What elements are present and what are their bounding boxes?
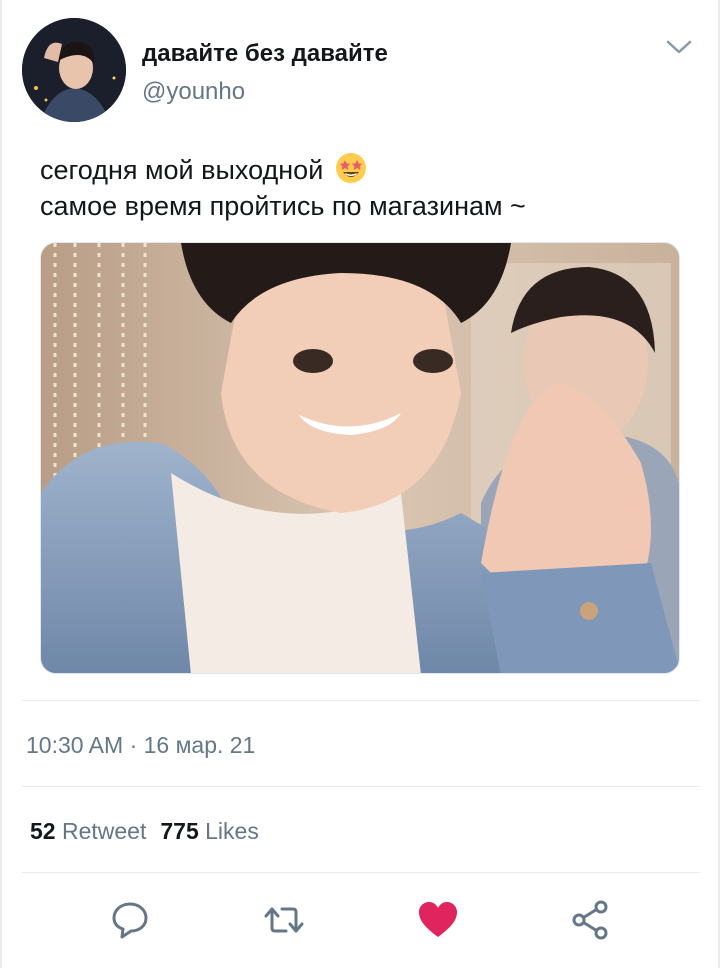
- retweets-count: 52: [30, 818, 56, 844]
- tweet-text: сегодня мой выходной самое время пройтис…: [40, 152, 680, 224]
- tweet-action-bar: [0, 890, 720, 954]
- likes-count: 775: [160, 818, 199, 844]
- tweet-header: давайте без давайте @younho: [22, 18, 702, 128]
- author-display-name[interactable]: давайте без давайте: [142, 40, 388, 68]
- comment-icon[interactable]: [108, 898, 152, 942]
- divider: [22, 700, 700, 701]
- tweet-photo[interactable]: [40, 242, 680, 674]
- divider: [22, 872, 700, 873]
- tweet-text-line-1-content: сегодня мой выходной: [40, 155, 324, 185]
- retweet-stat[interactable]: 52 Retweet: [30, 818, 146, 844]
- author-handle[interactable]: @younho: [142, 78, 245, 106]
- retweets-label: Retweet: [61, 818, 147, 844]
- tweet-timestamp[interactable]: 10:30 AM · 16 мар. 21: [26, 732, 255, 759]
- likes-stat[interactable]: 775 Likes: [160, 818, 258, 844]
- tweet-text-line-1: сегодня мой выходной: [40, 152, 680, 188]
- chevron-down-icon[interactable]: [664, 32, 694, 62]
- frame-border-left: [0, 0, 2, 968]
- avatar[interactable]: [22, 18, 126, 122]
- star-struck-emoji-icon: [335, 152, 367, 184]
- tweet-stats: 52 Retweet 775 Likes: [30, 818, 259, 845]
- divider: [22, 786, 700, 787]
- share-icon[interactable]: [568, 898, 612, 942]
- retweet-icon[interactable]: [262, 898, 306, 942]
- heart-icon[interactable]: [416, 898, 460, 942]
- tweet-text-line-2: самое время пройтись по магазинам ~: [40, 191, 526, 221]
- likes-label: Likes: [205, 818, 259, 844]
